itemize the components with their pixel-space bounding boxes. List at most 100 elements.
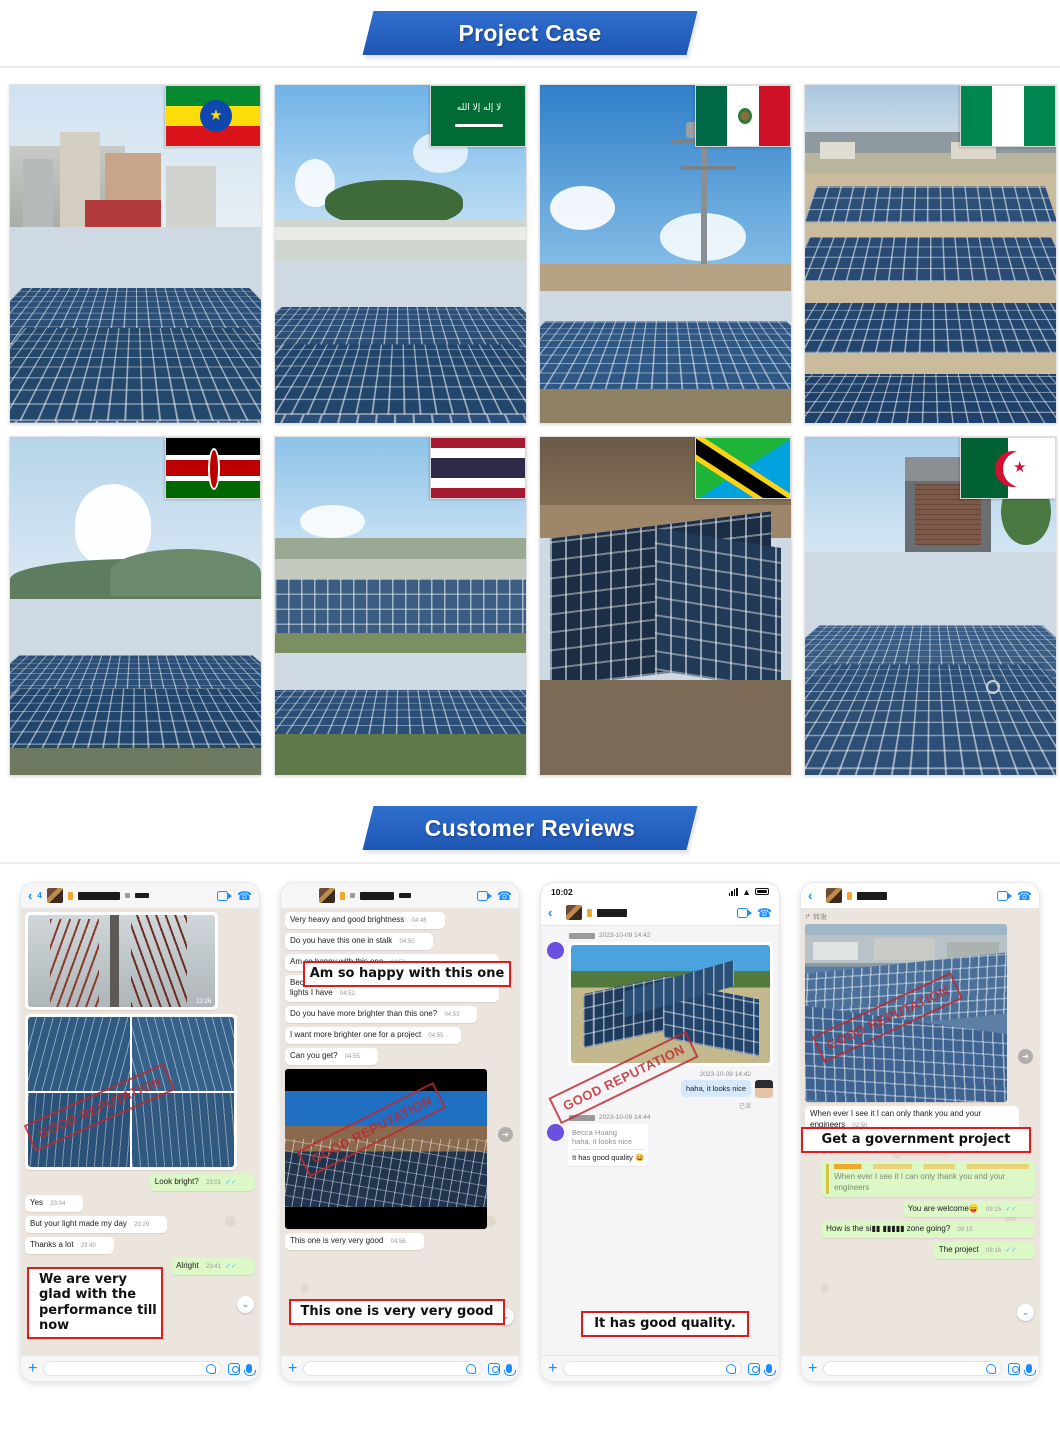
sticker-icon[interactable] <box>726 1364 736 1374</box>
message-text: haha, it looks nice <box>680 1080 751 1097</box>
message-bubble-in-2[interactable]: Do you have this one in stalk 04:50 <box>285 932 433 950</box>
message-bubble-in-1[interactable]: Yes 23:04 <box>25 1194 84 1212</box>
microphone-icon[interactable] <box>764 1364 776 1376</box>
message-input[interactable] <box>823 1361 1002 1376</box>
message-bubble-out-3[interactable]: The project 09:16 ✓✓ <box>933 1242 1035 1260</box>
message-image-solar[interactable]: ⤺ ⋯ <box>568 942 773 1066</box>
message-bubble-out-1[interactable]: You are welcome😛 09:15 ✓✓ <box>902 1200 1035 1218</box>
camera-icon[interactable] <box>488 1362 500 1375</box>
message-text: Can you get? <box>290 1050 338 1060</box>
message-image-factory[interactable] <box>805 924 1008 1102</box>
message-bubble-out-2[interactable]: Alright 23:41 ✓✓ <box>171 1257 255 1275</box>
message-input[interactable] <box>43 1361 222 1376</box>
message-input[interactable] <box>303 1361 482 1376</box>
image-time-1: 22:26 <box>196 999 212 1005</box>
voice-call-icon[interactable]: ☎ <box>757 907 772 919</box>
project-card-nigeria[interactable] <box>804 84 1057 424</box>
back-icon[interactable]: ‹ <box>28 889 32 902</box>
scroll-to-bottom-button[interactable]: ⌄ <box>1017 1304 1034 1321</box>
message-bubble-in-2[interactable]: But your light made my day 23:29 <box>25 1215 168 1233</box>
attach-icon[interactable]: + <box>808 1360 817 1377</box>
message-bubble-in-5[interactable]: Do you have more brighter than this one?… <box>285 1006 478 1024</box>
chat-composer-3[interactable]: + <box>541 1355 779 1381</box>
review-callout-4: Get a government project <box>801 1127 1031 1153</box>
message-image-row[interactable]: ⤺ ⋯ <box>547 942 773 1066</box>
message-timestamp-2: 2023-10-09 14:42 <box>699 1071 751 1078</box>
project-card-thailand[interactable] <box>274 436 527 776</box>
chat-body-3[interactable]: 2023-10-09 14:42 ⤺ ⋯ 2023-10-09 14:42 ha… <box>541 926 779 1355</box>
contact-name-redaction-d <box>134 893 149 898</box>
wifi-icon: ▲ <box>742 886 751 897</box>
message-input[interactable] <box>563 1361 742 1376</box>
customer-review-screenshots: ‹ 4 ☎ 22:26 Look bright? 23:01 ✓✓ Yes 23… <box>0 864 1060 1382</box>
video-call-icon[interactable] <box>477 890 493 901</box>
avatar[interactable] <box>826 888 843 903</box>
video-call-icon[interactable] <box>997 890 1013 901</box>
message-time: 23:40 <box>80 1242 96 1249</box>
review-screenshot-1[interactable]: ‹ 4 ☎ 22:26 Look bright? 23:01 ✓✓ Yes 23… <box>20 882 260 1382</box>
message-bubble-in-6[interactable]: I want more brighter one for a project 0… <box>285 1027 462 1044</box>
avatar[interactable] <box>46 888 63 903</box>
message-time: 23:01 <box>206 1180 222 1186</box>
contact-name-redaction-c <box>360 891 394 900</box>
status-bar-3: 10:02 ▲ <box>541 883 779 900</box>
message-bubble-in-3[interactable]: Thanks a lot 23:40 <box>25 1236 114 1254</box>
message-bubble-in-7[interactable]: Can you get? 04:55 <box>285 1047 378 1065</box>
message-image-mountain[interactable] <box>285 1068 488 1229</box>
camera-icon[interactable] <box>228 1362 240 1375</box>
message-text: Look bright? <box>154 1177 199 1186</box>
camera-icon[interactable] <box>1008 1362 1020 1375</box>
attach-icon[interactable]: + <box>28 1360 37 1377</box>
avatar[interactable] <box>319 888 335 903</box>
message-time: 04:53 <box>444 1012 460 1019</box>
quoted-message-bubble[interactable]: Becca Huang haha, it looks nice It has g… <box>568 1124 649 1166</box>
voice-call-icon[interactable]: ☎ <box>497 890 512 902</box>
voice-call-icon[interactable]: ☎ <box>1017 890 1032 902</box>
camera-icon[interactable] <box>748 1362 760 1375</box>
project-card-kenya[interactable] <box>9 436 262 776</box>
forward-button[interactable]: ➜ <box>498 1127 513 1142</box>
microphone-icon[interactable] <box>1024 1364 1036 1376</box>
image-actions-icon[interactable]: ⤺ ⋯ <box>753 1056 769 1064</box>
message-timestamp-3: 2023-10-09 14:44 <box>599 1114 651 1121</box>
chat-composer-2[interactable]: + <box>281 1355 519 1381</box>
attach-icon[interactable]: + <box>548 1360 557 1377</box>
sender-avatar[interactable] <box>547 942 564 959</box>
message-bubble-in-1[interactable]: Very heavy and good brightness 04:46 <box>285 912 445 929</box>
quoted-message-bubble[interactable]: When ever I see it I can only thank you … <box>821 1161 1035 1197</box>
back-icon[interactable]: ‹ <box>808 889 812 902</box>
sticker-icon[interactable] <box>206 1364 216 1374</box>
message-row-quote[interactable]: Becca Huang haha, it looks nice It has g… <box>547 1124 773 1166</box>
chat-composer-1[interactable]: + <box>21 1355 259 1381</box>
video-call-icon[interactable] <box>737 907 753 918</box>
message-row-out[interactable]: haha, it looks nice <box>547 1080 773 1098</box>
message-bubble-out-2[interactable]: How is the si▮▮ ▮▮▮▮▮ zone going? 09:15 <box>821 1221 1035 1239</box>
attach-icon[interactable]: + <box>288 1360 297 1377</box>
microphone-icon[interactable] <box>244 1364 256 1376</box>
message-bubble-in-8[interactable]: This one is very very good 04:56 <box>285 1232 424 1250</box>
review-screenshot-3[interactable]: 10:02 ▲ ‹ ☎ 2023-10-09 14:42 ⤺ ⋯ 2023-10… <box>540 882 780 1382</box>
scroll-to-bottom-button[interactable]: ⌄ <box>237 1296 254 1313</box>
sticker-icon[interactable] <box>466 1364 476 1374</box>
review-screenshot-4[interactable]: ‹ ☎ ↱ 转发 When ever I see it I can only t… <box>800 882 1040 1382</box>
microphone-icon[interactable] <box>504 1364 516 1376</box>
avatar[interactable] <box>566 905 583 920</box>
voice-call-icon[interactable]: ☎ <box>237 890 252 902</box>
project-card-algeria[interactable]: ★ <box>804 436 1057 776</box>
sender-avatar-2[interactable] <box>547 1124 564 1141</box>
project-card-mexico[interactable] <box>539 84 792 424</box>
project-card-saudi-arabia[interactable]: لا إله إلا الله <box>274 84 527 424</box>
video-call-icon[interactable] <box>217 890 233 901</box>
project-case-title: Project Case <box>458 20 602 46</box>
own-avatar[interactable] <box>755 1080 773 1098</box>
message-image-ladder[interactable]: 22:26 <box>25 912 219 1010</box>
project-card-tanzania[interactable] <box>539 436 792 776</box>
forward-button[interactable]: ➜ <box>1018 1049 1033 1064</box>
back-icon[interactable]: ‹ <box>548 906 552 919</box>
message-image-collage[interactable] <box>25 1014 237 1170</box>
review-screenshot-2[interactable]: ☎ Very heavy and good brightness 04:46 D… <box>280 882 520 1382</box>
project-card-ethiopia[interactable]: ★ <box>9 84 262 424</box>
message-bubble-out-1[interactable]: Look bright? 23:01 ✓✓ <box>149 1174 255 1191</box>
chat-composer-4[interactable]: + <box>801 1355 1039 1381</box>
sticker-icon[interactable] <box>986 1364 996 1374</box>
